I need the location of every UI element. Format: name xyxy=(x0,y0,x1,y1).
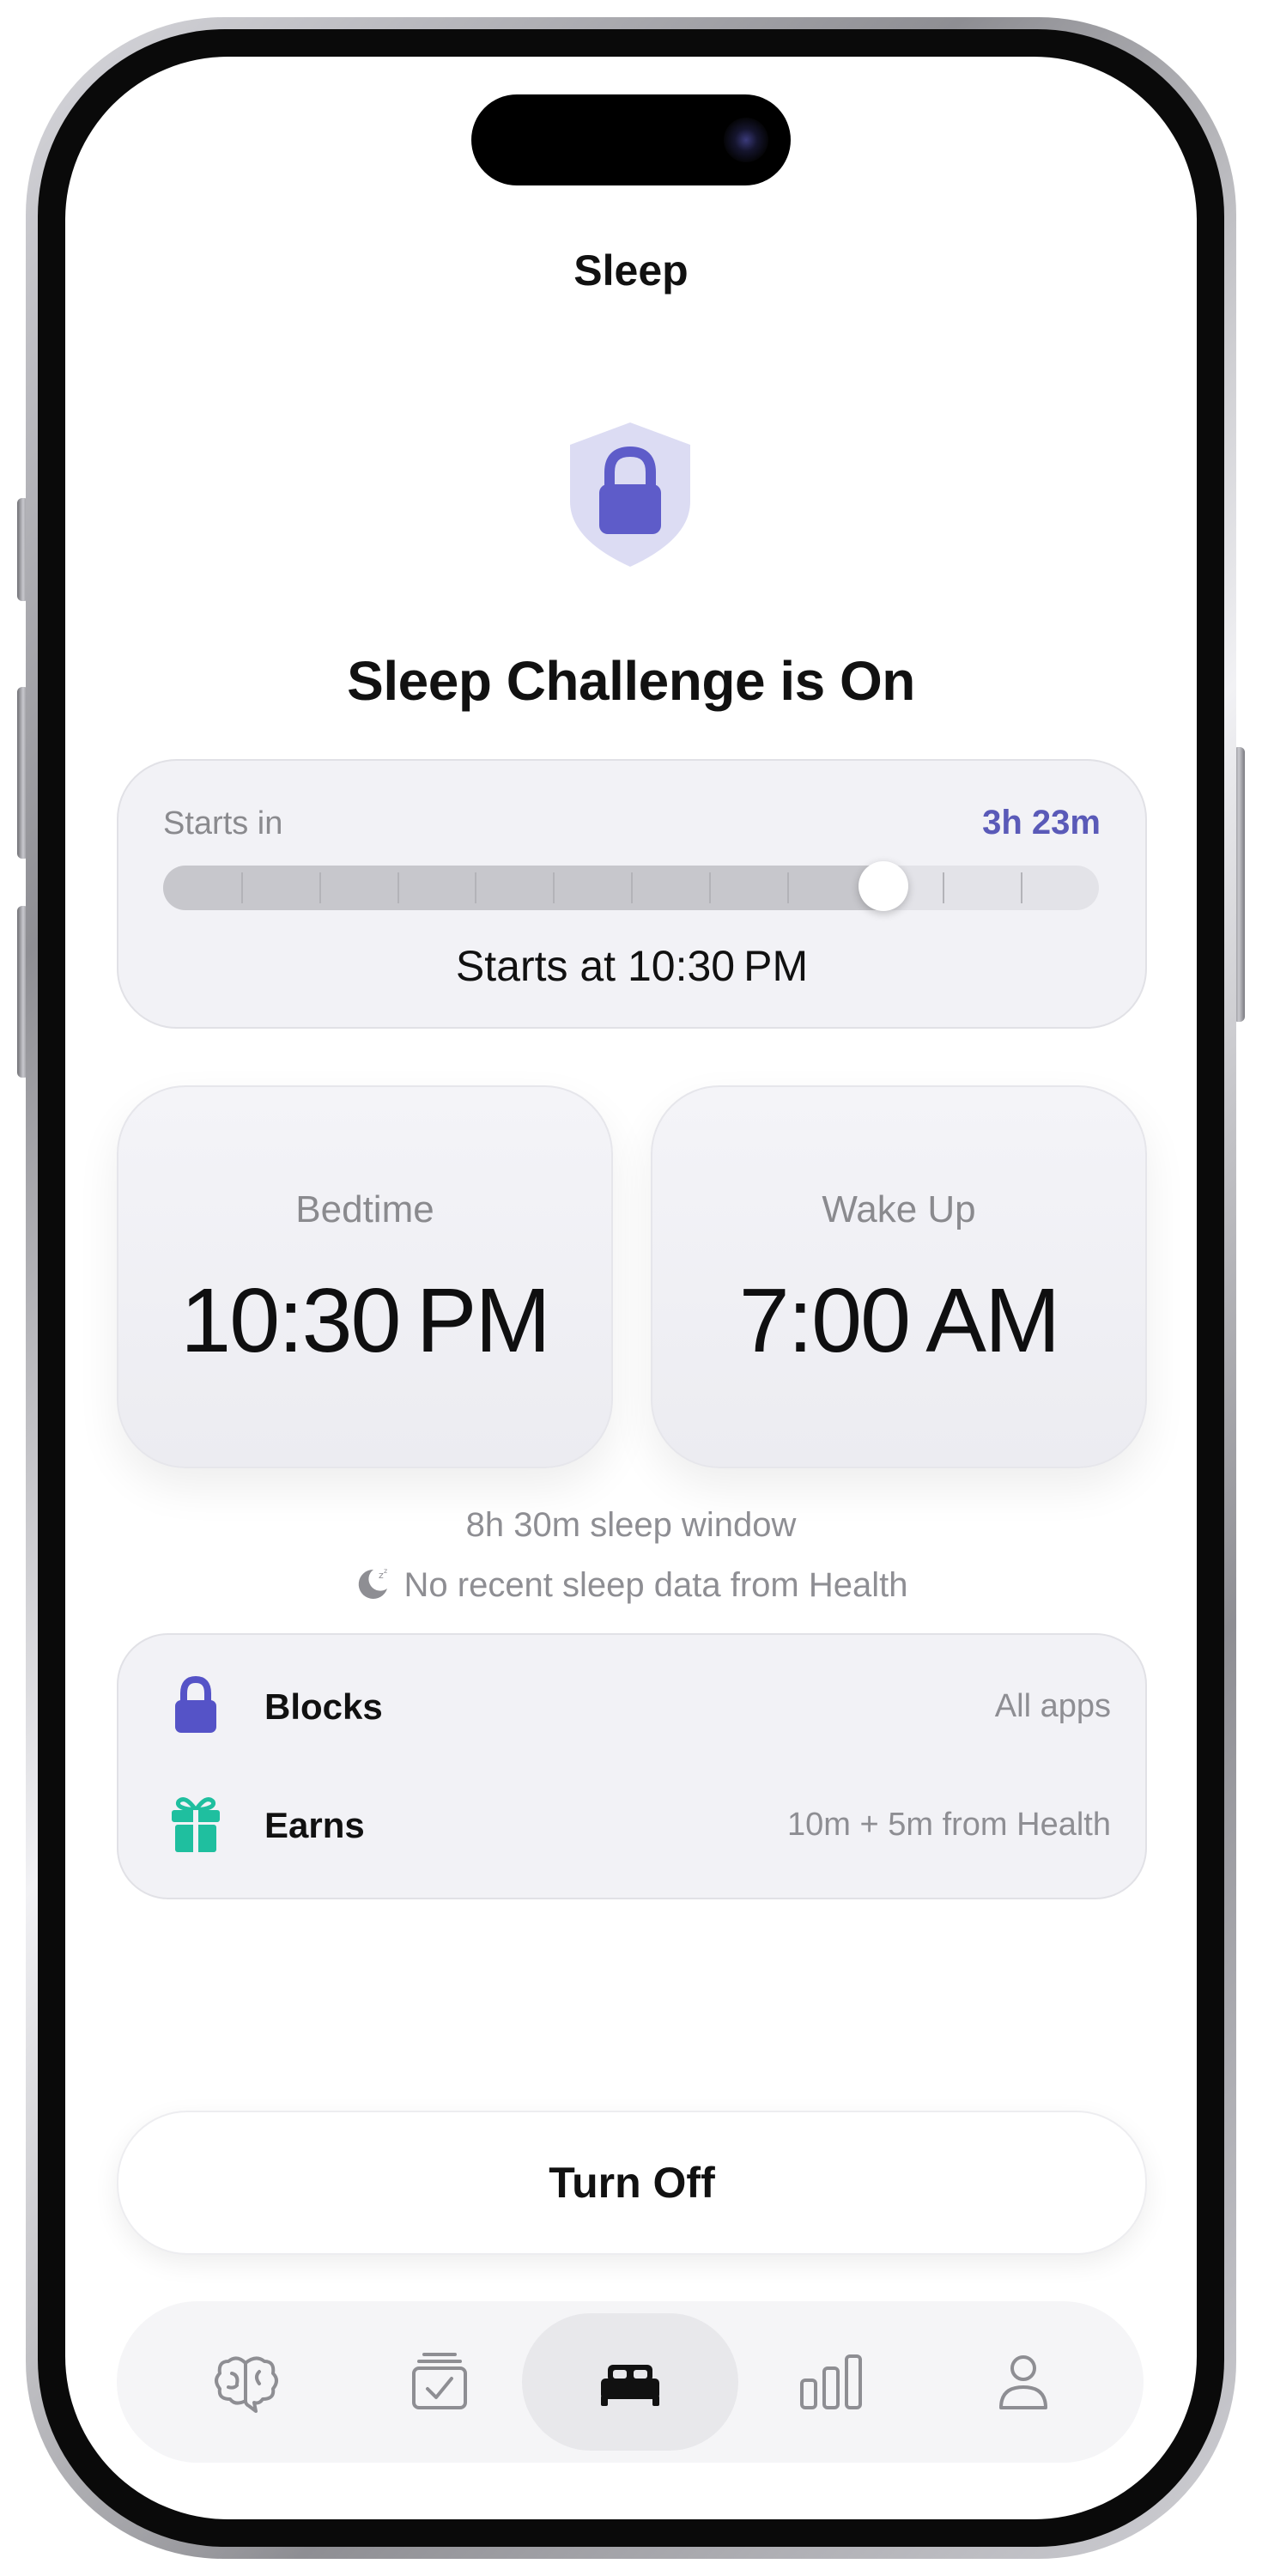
turn-off-button[interactable]: Turn Off xyxy=(117,2111,1147,2255)
progress-tick xyxy=(708,872,711,903)
front-camera xyxy=(724,118,768,162)
health-status-text: No recent sleep data from Health xyxy=(403,1566,908,1604)
tasks-icon xyxy=(412,2353,467,2409)
progress-tick xyxy=(1021,872,1023,903)
bedtime-value: 10:30 PM xyxy=(180,1270,550,1371)
page-title: Sleep xyxy=(573,246,689,295)
tab-brain[interactable] xyxy=(179,2313,316,2451)
stats-icon xyxy=(800,2354,862,2409)
progress-tick xyxy=(240,872,243,903)
rules-card: Blocks All apps Earns 10m + 5m from Heal… xyxy=(117,1633,1147,1899)
tab-profile[interactable] xyxy=(955,2313,1092,2451)
tab-bar xyxy=(117,2301,1144,2463)
countdown-card: Starts in 3h 23m Starts at 10:30 PM xyxy=(117,759,1147,1029)
tab-stats[interactable] xyxy=(762,2313,900,2451)
earns-value: 10m + 5m from Health xyxy=(787,1807,1111,1843)
profile-icon xyxy=(999,2355,1047,2409)
dynamic-island xyxy=(471,94,791,185)
countdown-progress-knob xyxy=(859,861,909,911)
progress-tick xyxy=(631,872,633,903)
gift-icon xyxy=(172,1797,220,1852)
starts-in-label: Starts in xyxy=(163,805,283,841)
challenge-status-title: Sleep Challenge is On xyxy=(347,650,915,712)
wakeup-label: Wake Up xyxy=(822,1188,976,1230)
blocks-value: All apps xyxy=(994,1688,1111,1724)
health-status-row: z z No recent sleep data from Health xyxy=(65,1566,1197,1606)
earns-label: Earns xyxy=(264,1805,365,1845)
start-time-text: Starts at 10:30 PM xyxy=(455,942,809,990)
bedtime-label: Bedtime xyxy=(295,1188,434,1230)
progress-tick xyxy=(319,872,321,903)
blocks-label: Blocks xyxy=(264,1686,383,1727)
tab-tasks[interactable] xyxy=(371,2313,508,2451)
brain-icon xyxy=(215,2356,278,2413)
lock-icon xyxy=(175,1675,216,1733)
bedtime-card[interactable]: Bedtime 10:30 PM xyxy=(117,1085,613,1468)
progress-tick xyxy=(397,872,399,903)
countdown-progress-track xyxy=(163,866,1099,910)
phone-screen: Sleep Sleep Challenge is On Starts in 3h… xyxy=(65,57,1197,2519)
time-remaining: 3h 23m xyxy=(982,804,1101,841)
moon-zzz-icon: z z xyxy=(358,1567,387,1600)
progress-tick xyxy=(475,872,477,903)
svg-text:z: z xyxy=(384,1567,387,1575)
progress-tick xyxy=(786,872,789,903)
tab-sleep[interactable] xyxy=(522,2313,738,2451)
wakeup-card[interactable]: Wake Up 7:00 AM xyxy=(651,1085,1147,1468)
progress-tick xyxy=(943,872,945,903)
wakeup-value: 7:00 AM xyxy=(738,1270,1061,1371)
progress-tick xyxy=(553,872,555,903)
countdown-progress-fill xyxy=(163,866,884,910)
lock-shield-icon xyxy=(570,422,690,567)
sleep-window-text: 8h 30m sleep window xyxy=(465,1506,797,1544)
bed-icon xyxy=(601,2365,659,2406)
